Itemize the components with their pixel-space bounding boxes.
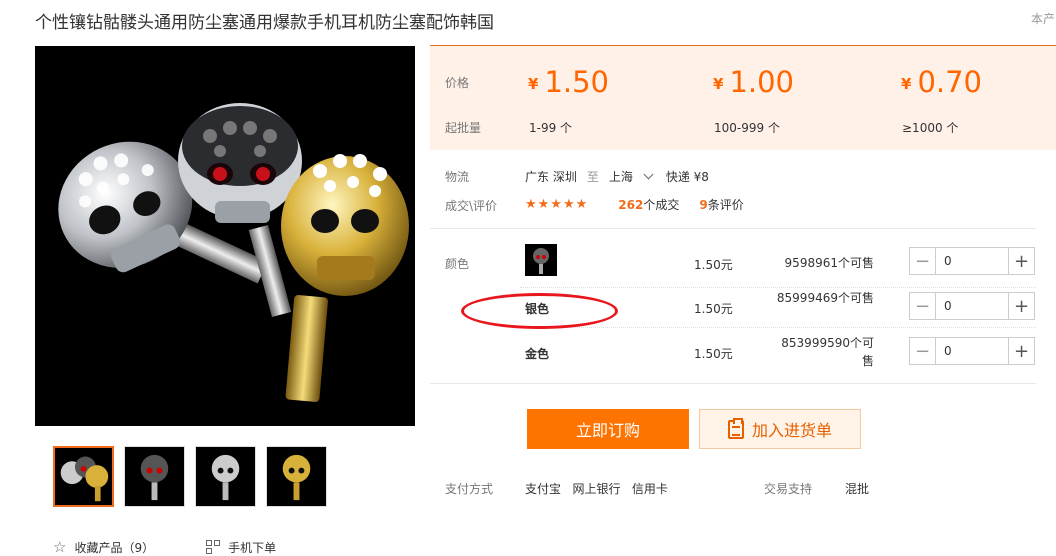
payment-label: 支付方式 <box>445 482 494 496</box>
minus-icon[interactable]: − <box>910 338 936 364</box>
minus-icon[interactable]: − <box>910 248 936 274</box>
variants-label: 颜色 <box>445 257 470 271</box>
main-product-image[interactable] <box>35 46 415 426</box>
favorite-label: 收藏产品（9） <box>74 540 155 555</box>
trade-support-value: 混批 <box>845 482 870 496</box>
plus-icon[interactable]: + <box>1008 338 1034 364</box>
favorite-action[interactable]: ☆ 收藏产品（9） <box>53 538 154 556</box>
thumbnail-1[interactable] <box>53 446 114 507</box>
variant-stock: 853999590个可售 <box>781 336 874 368</box>
rating-stars: ★★★★★ <box>525 197 589 212</box>
review-count[interactable]: 9 <box>699 198 707 212</box>
variant-row: 金色 1.50元 853999590个可售 − 0 + <box>520 329 1036 373</box>
variant-row: 1.50元 9598961个可售 − 0 + <box>520 244 1036 288</box>
clipboard-icon <box>727 417 744 439</box>
add-to-cart-label: 加入进货单 <box>751 421 832 440</box>
price-tier-3: ¥0.70 <box>901 65 983 99</box>
deal-suffix: 个成交 <box>643 198 680 212</box>
plus-icon[interactable]: + <box>1008 293 1034 319</box>
price-value: 1.50 <box>544 65 610 99</box>
ship-from: 广东 深圳 <box>525 170 577 184</box>
mobile-order-action[interactable]: 手机下单 <box>206 539 276 556</box>
variant-name[interactable]: 金色 <box>525 345 549 362</box>
annotation-ellipse <box>461 293 618 329</box>
divider <box>430 383 1036 384</box>
thumbnail-3[interactable] <box>195 446 256 507</box>
thumbnail-2[interactable] <box>124 446 185 507</box>
chevron-down-icon[interactable] <box>643 169 654 180</box>
buy-now-button[interactable]: 立即订购 <box>527 409 689 449</box>
quantity-stepper[interactable]: − 0 + <box>909 247 1035 275</box>
divider <box>430 228 1036 229</box>
price-value: 0.70 <box>917 65 983 99</box>
minus-icon[interactable]: − <box>910 293 936 319</box>
quantity-value[interactable]: 0 <box>936 248 1008 274</box>
corner-note: 本产 <box>1031 12 1056 26</box>
price-tier-2: ¥1.00 <box>713 65 795 99</box>
add-to-cart-button[interactable]: 加入进货单 <box>699 409 861 449</box>
variant-price: 1.50元 <box>694 258 733 272</box>
quantity-value[interactable]: 0 <box>936 293 1008 319</box>
thumbnail-strip <box>53 446 327 507</box>
quantity-stepper[interactable]: − 0 + <box>909 292 1035 320</box>
thumbnail-4[interactable] <box>266 446 327 507</box>
variant-thumbnail[interactable] <box>525 244 557 276</box>
quantity-value[interactable]: 0 <box>936 338 1008 364</box>
plus-icon[interactable]: + <box>1008 248 1034 274</box>
moq-tier-2: 100-999 个 <box>714 121 780 135</box>
moq-label: 起批量 <box>445 121 482 135</box>
skull-plugs-illustration <box>58 103 409 402</box>
mobile-order-label: 手机下单 <box>228 540 277 555</box>
payment-methods: 支付宝 网上银行 信用卡 <box>525 482 668 496</box>
deals-row: ★★★★★ 262 个成交 9 条评价 <box>525 196 744 213</box>
quantity-stepper[interactable]: − 0 + <box>909 337 1035 365</box>
deals-label: 成交\评价 <box>445 199 498 213</box>
product-title: 个性镶钻骷髅头通用防尘塞通用爆款手机耳机防尘塞配饰韩国 <box>35 13 494 33</box>
moq-tier-1: 1-99 个 <box>529 121 573 135</box>
variant-price: 1.50元 <box>694 302 733 316</box>
price-label: 价格 <box>445 76 470 90</box>
to-word: 至 <box>586 170 599 184</box>
logistics-label: 物流 <box>445 170 470 184</box>
deal-count[interactable]: 262 <box>618 198 643 212</box>
price-value: 1.00 <box>729 65 795 99</box>
variant-stock: 9598961个可售 <box>784 256 874 270</box>
qr-icon <box>206 540 221 554</box>
trade-support-label: 交易支持 <box>764 482 813 496</box>
review-suffix: 条评价 <box>707 198 744 212</box>
star-icon: ☆ <box>53 538 67 556</box>
ship-to-select[interactable]: 上海 <box>609 168 633 185</box>
price-panel: 价格 起批量 ¥1.50 ¥1.00 ¥0.70 1-99 个 100-999 … <box>430 46 1056 150</box>
bottom-actions: ☆ 收藏产品（9） 手机下单 <box>53 538 276 556</box>
price-tier-1: ¥1.50 <box>528 65 610 99</box>
moq-tier-3: ≥1000 个 <box>902 121 959 135</box>
shipping-fee: 快递 ¥8 <box>665 170 709 184</box>
variant-stock: 85999469个可售 <box>776 291 874 305</box>
logistics-row: 广东 深圳 至 上海 快递 ¥8 <box>525 168 709 185</box>
variant-price: 1.50元 <box>694 347 733 361</box>
